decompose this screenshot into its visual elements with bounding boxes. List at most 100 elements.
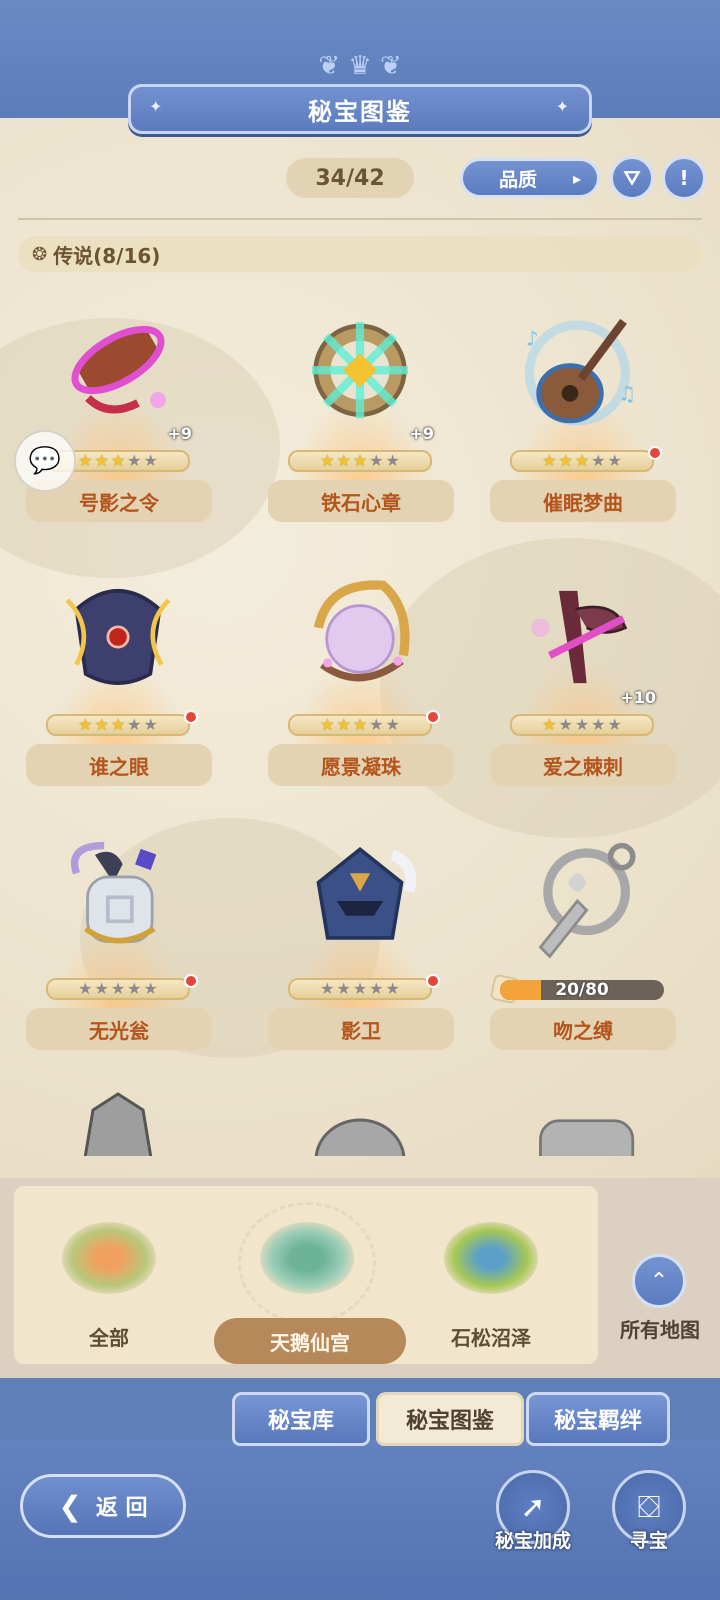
back-button[interactable]: ❮ 返 回 <box>20 1474 186 1538</box>
star-icon: ★ <box>558 715 573 734</box>
locked-treasure-icon <box>58 1090 178 1156</box>
tab-treasure-bonds[interactable]: 秘宝羁绊 <box>526 1392 670 1446</box>
quality-sort-label: 品质 <box>499 168 538 191</box>
quality-sort-button[interactable]: 品质 ▸ <box>460 158 600 198</box>
lute-treasure-icon: ♪ ♫ <box>522 298 642 448</box>
treasure-card[interactable]: ★ ★ ★ ★ ★ 影卫 <box>260 818 460 1068</box>
treasure-name: 影卫 <box>268 1008 454 1050</box>
all-maps-button[interactable]: ⌃ <box>632 1254 686 1308</box>
star-icon: ★ <box>574 715 590 734</box>
island-swamp-icon <box>444 1222 538 1294</box>
notification-dot <box>426 974 440 988</box>
treasure-card[interactable]: ★ ★ ★ ★ ★ 愿景凝珠 <box>260 554 460 804</box>
star-rating: ★ ★ ★ ★ ★ <box>288 978 432 1000</box>
star-icon: ★ <box>320 451 335 470</box>
star-rating: ★ ★ ★ ★ ★ <box>288 450 432 472</box>
star-icon: ★ <box>143 979 158 998</box>
treasure-card[interactable] <box>482 1082 682 1156</box>
filter-button[interactable]: ⛛ <box>610 156 654 200</box>
info-button[interactable]: ! <box>662 156 706 200</box>
legend-icon: ❂ <box>32 243 48 265</box>
star-icon: ★ <box>542 451 557 470</box>
page-title: ✦ 秘宝图鉴 ✦ <box>128 84 592 134</box>
star-icon: ★ <box>542 715 557 734</box>
tab-treasure-vault[interactable]: 秘宝库 <box>232 1392 370 1446</box>
island-palace-icon <box>260 1222 354 1294</box>
locked-treasure-icon <box>300 1090 420 1156</box>
header-divider <box>18 218 702 220</box>
sparkle-icon: ✦ <box>149 97 165 116</box>
notification-dot <box>184 974 198 988</box>
star-icon: ★ <box>558 451 573 470</box>
treasure-chest-icon: ⛋ <box>637 1489 661 1525</box>
treasure-name: 愿景凝珠 <box>268 744 454 786</box>
treasure-hunt-label: 寻宝 <box>629 1530 668 1552</box>
upgrade-level: +10 <box>620 688 656 707</box>
map-item-all[interactable]: 全部 <box>34 1196 184 1366</box>
info-icon: ! <box>679 166 689 190</box>
tab-label: 秘宝图鉴 <box>405 1409 494 1434</box>
star-icon: ★ <box>143 451 158 470</box>
shard-progress-text: 20/80 <box>555 980 609 1000</box>
island-house-icon <box>62 1222 156 1294</box>
star-icon: ★ <box>336 451 351 470</box>
star-rating: ★ ★ ★ ★ ★ <box>288 714 432 736</box>
treasure-name: 谁之眼 <box>26 744 212 786</box>
star-icon: ★ <box>320 715 335 734</box>
treasure-card[interactable]: ♪ ♫ ★ ★ ★ ★ ★ 催眠梦曲 <box>482 290 682 540</box>
treasure-name: 无光瓮 <box>26 1008 212 1050</box>
treasure-card[interactable] <box>260 1082 460 1156</box>
star-icon: ★ <box>110 979 126 998</box>
star-icon: ★ <box>94 715 109 734</box>
star-icon: ★ <box>385 715 400 734</box>
treasure-name: 铁石心章 <box>268 480 454 522</box>
star-icon: ★ <box>352 715 368 734</box>
treasure-card[interactable] <box>18 1082 218 1156</box>
kiss-bond-icon <box>522 826 642 976</box>
collection-counter: 34/42 <box>286 158 414 198</box>
tab-treasure-codex[interactable]: 秘宝图鉴 <box>376 1392 524 1446</box>
notification-dot <box>648 446 662 460</box>
scroll-treasure-icon <box>58 298 178 448</box>
star-icon: ★ <box>320 979 335 998</box>
star-icon: ★ <box>78 715 93 734</box>
page-title-text: 秘宝图鉴 <box>308 97 412 126</box>
upgrade-level: +9 <box>409 424 434 443</box>
star-icon: ★ <box>336 715 351 734</box>
svg-text:♪: ♪ <box>526 326 539 350</box>
chat-icon: 💬 <box>28 446 62 476</box>
star-icon: ★ <box>352 979 368 998</box>
star-icon: ★ <box>110 715 126 734</box>
category-header: ❂ 传说(8/16) <box>18 236 702 272</box>
map-item-swan-palace[interactable]: 天鹅仙宫 <box>214 1196 406 1366</box>
star-icon: ★ <box>78 451 93 470</box>
star-icon: ★ <box>591 715 606 734</box>
crest-ornament-icon: ❦ ♛ ❦ <box>318 51 402 81</box>
star-icon: ★ <box>352 451 368 470</box>
star-icon: ★ <box>127 715 142 734</box>
star-icon: ★ <box>336 979 351 998</box>
sparkle-icon: ✦ <box>555 97 571 116</box>
treasure-card[interactable]: ★ ★ ★ ★ ★ 谁之眼 <box>18 554 218 804</box>
map-item-stone-pine-swamp[interactable]: 石松沼泽 <box>416 1196 566 1366</box>
tab-label: 秘宝库 <box>267 1409 334 1434</box>
locked-treasure-icon <box>522 1090 642 1156</box>
treasure-card[interactable]: ★ ★ ★ ★ ★ 无光瓮 <box>18 818 218 1068</box>
treasure-card[interactable]: ★ ★ ★ ★ ★ +9 铁石心章 <box>260 290 460 540</box>
star-icon: ★ <box>369 979 384 998</box>
chevron-up-icon: ⌃ <box>649 1268 669 1294</box>
chat-button[interactable]: 💬 <box>14 430 76 492</box>
all-maps-label: 所有地图 <box>620 1318 700 1342</box>
sort-caret-icon: ▸ <box>572 168 581 188</box>
treasure-card[interactable]: ★ ★ ★ ★ ★ +10 爱之棘刺 <box>482 554 682 804</box>
enhance-arrow-icon: ➚ <box>520 1489 546 1525</box>
star-icon: ★ <box>369 715 384 734</box>
treasure-card[interactable]: 20/80 吻之缚 <box>482 818 682 1068</box>
star-icon: ★ <box>127 979 142 998</box>
map-item-label: 全部 <box>89 1326 129 1350</box>
category-label: 传说(8/16) <box>53 243 161 268</box>
star-icon: ★ <box>591 451 606 470</box>
treasure-card[interactable]: ★ ★ ★ ★ ★ +9 号影之令 <box>18 290 218 540</box>
lightless-urn-icon <box>58 826 178 976</box>
filter-icon: ⛛ <box>623 166 641 190</box>
